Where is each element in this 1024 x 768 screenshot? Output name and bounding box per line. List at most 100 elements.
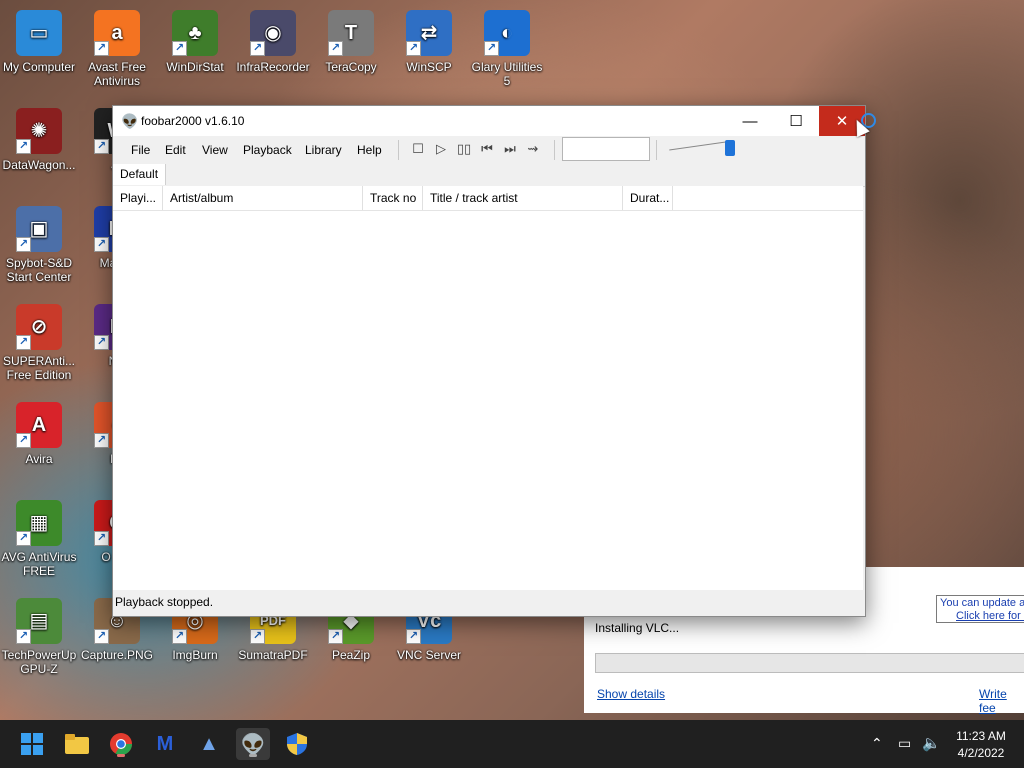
column-title-artist[interactable]: Title / track artist — [423, 186, 623, 210]
foobar-window: 👽 foobar2000 v1.6.10 — ☐ ✕ File Edit Vie… — [112, 105, 866, 617]
windows-start-icon — [21, 733, 43, 755]
taskbar-chrome[interactable] — [104, 728, 138, 760]
update-tip-line2: Click here for a — [956, 610, 1024, 622]
app-icon: ✺ ↗ — [16, 108, 62, 154]
menu-edit[interactable]: Edit — [165, 143, 186, 157]
app-icon: ◐ ↗ — [484, 10, 530, 56]
show-details-link[interactable]: Show details — [597, 687, 665, 701]
desktop-icon[interactable]: A ↗ Avira — [0, 402, 78, 466]
desktop-icon[interactable]: ⇄ ↗ WinSCP — [390, 10, 468, 74]
previous-button[interactable]: ⏮ — [478, 140, 496, 158]
shortcut-arrow-icon: ↗ — [328, 629, 343, 644]
menu-library[interactable]: Library — [305, 143, 342, 157]
desktop-icon-label: InfraRecorder — [236, 60, 310, 74]
desktop-icon[interactable]: ▭ My Computer — [0, 10, 78, 74]
desktop-icon-label: Avast Free Antivirus — [88, 60, 146, 88]
desktop-icon-label: PeaZip — [331, 648, 371, 662]
clock-date: 4/2/2022 — [957, 746, 1005, 760]
desktop-icon-label: Spybot-S&D Start Center — [5, 256, 73, 284]
network-icon[interactable]: ▭ — [898, 735, 911, 752]
shortcut-arrow-icon: ↗ — [94, 433, 109, 448]
menu-playback[interactable]: Playback — [243, 143, 292, 157]
volume-slider-thumb[interactable] — [724, 140, 735, 156]
app-icon: ⊘ ↗ — [16, 304, 62, 350]
menu-file[interactable]: File — [131, 143, 150, 157]
desktop-icon[interactable]: ♣ ↗ WinDirStat — [156, 10, 234, 74]
column-duration[interactable]: Durat... — [623, 186, 673, 210]
title-bar[interactable]: 👽 foobar2000 v1.6.10 — ☐ ✕ — [113, 106, 865, 136]
taskbar-security[interactable] — [280, 728, 314, 760]
taskbar-malwarebytes[interactable]: M — [148, 728, 182, 760]
desktop-icon[interactable]: ▣ ↗ Spybot-S&D Start Center — [0, 206, 78, 284]
random-button[interactable]: ⇝ — [524, 140, 542, 158]
random-icon: ⇝ — [527, 141, 539, 156]
desktop-icon-label: Avira — [25, 452, 53, 466]
previous-icon: ⏮ — [481, 141, 493, 156]
column-playing[interactable]: Playi... — [113, 186, 163, 210]
show-hidden-icons-chevron-icon[interactable]: ⌃ — [871, 735, 883, 752]
playlist-tabs: Default — [113, 164, 865, 187]
desktop-icon[interactable]: ◐ ↗ Glary Utilities 5 — [468, 10, 546, 88]
app-glyph-icon: ◉ — [264, 22, 282, 44]
app-icon: ⇄ ↗ — [406, 10, 452, 56]
app-icon: ▭ — [16, 10, 62, 56]
update-tooltip[interactable]: You can update a Click here for a — [936, 595, 1024, 623]
installing-label: Installing VLC... — [595, 621, 680, 635]
shortcut-arrow-icon: ↗ — [250, 41, 265, 56]
app-icon: A ↗ — [16, 402, 62, 448]
desktop-icon[interactable]: ▦ ↗ AVG AntiVirus FREE — [0, 500, 78, 578]
taskbar-file-explorer[interactable] — [60, 728, 94, 760]
playlist-header: Playi... Artist/album Track no Title / t… — [113, 186, 863, 211]
volume-icon[interactable]: 🔈 — [922, 734, 941, 752]
desktop-icon[interactable]: ⊘ ↗ SUPERAnti... Free Edition — [0, 304, 78, 382]
status-bar: Playback stopped. — [113, 590, 865, 614]
toolbar-separator — [398, 140, 399, 160]
shield-icon — [287, 733, 307, 755]
playlist-view[interactable]: Playi... Artist/album Track no Title / t… — [113, 186, 863, 590]
clock[interactable]: 11:23 AM 4/2/2022 — [955, 729, 1007, 760]
desktop-icon-label: TechPowerUp GPU-Z — [1, 648, 77, 676]
desktop-icon[interactable]: ▤ ↗ TechPowerUp GPU-Z — [0, 598, 78, 676]
app-glyph-icon: T — [344, 22, 358, 44]
app-glyph-icon: ♣ — [188, 22, 202, 44]
folder-icon — [65, 734, 89, 754]
minimize-button[interactable]: — — [727, 106, 773, 136]
active-indicator — [249, 754, 257, 757]
app-glyph-icon: ▣ — [29, 218, 49, 240]
desktop-icon-label: WinDirStat — [166, 60, 224, 74]
desktop-icon[interactable]: ✺ ↗ DataWagon... — [0, 108, 78, 172]
shortcut-arrow-icon: ↗ — [16, 629, 31, 644]
desktop-icon-label: DataWagon... — [2, 158, 76, 172]
foobar-app-icon: 👽 — [121, 113, 139, 129]
shortcut-arrow-icon: ↗ — [16, 531, 31, 546]
desktop-icon[interactable]: T ↗ TeraCopy — [312, 10, 390, 74]
seekbar[interactable] — [562, 137, 650, 161]
app-glyph-icon: ✺ — [30, 120, 48, 142]
play-button[interactable]: ▷ — [432, 140, 450, 158]
play-icon: ▷ — [436, 141, 446, 156]
taskbar-app[interactable]: ▲ — [192, 728, 226, 760]
column-track-no[interactable]: Track no — [363, 186, 423, 210]
app-icon: ▦ ↗ — [16, 500, 62, 546]
start-button[interactable] — [15, 728, 49, 760]
app-glyph-icon: a — [111, 22, 123, 44]
desktop-icon[interactable]: a ↗ Avast Free Antivirus — [78, 10, 156, 88]
shortcut-arrow-icon: ↗ — [406, 629, 421, 644]
clock-time: 11:23 AM — [956, 729, 1006, 743]
write-feedback-link[interactable]: Write fee — [979, 687, 1024, 715]
shortcut-arrow-icon: ↗ — [16, 433, 31, 448]
column-artist-album[interactable]: Artist/album — [163, 186, 363, 210]
menu-view[interactable]: View — [202, 143, 228, 157]
maximize-button[interactable]: ☐ — [773, 106, 819, 136]
minimize-icon: — — [742, 112, 758, 130]
taskbar-foobar[interactable]: 👽 — [236, 728, 270, 760]
menu-help[interactable]: Help — [357, 143, 382, 157]
shortcut-arrow-icon: ↗ — [16, 139, 31, 154]
pause-button[interactable]: ▯▯ — [455, 140, 473, 158]
desktop-icon[interactable]: ◉ ↗ InfraRecorder — [234, 10, 312, 74]
stop-button[interactable]: ☐ — [409, 140, 427, 158]
app-icon: ◉ ↗ — [250, 10, 296, 56]
next-icon: ⏭ — [504, 141, 516, 156]
tab-default[interactable]: Default — [113, 164, 167, 185]
next-button[interactable]: ⏭ — [501, 140, 519, 158]
